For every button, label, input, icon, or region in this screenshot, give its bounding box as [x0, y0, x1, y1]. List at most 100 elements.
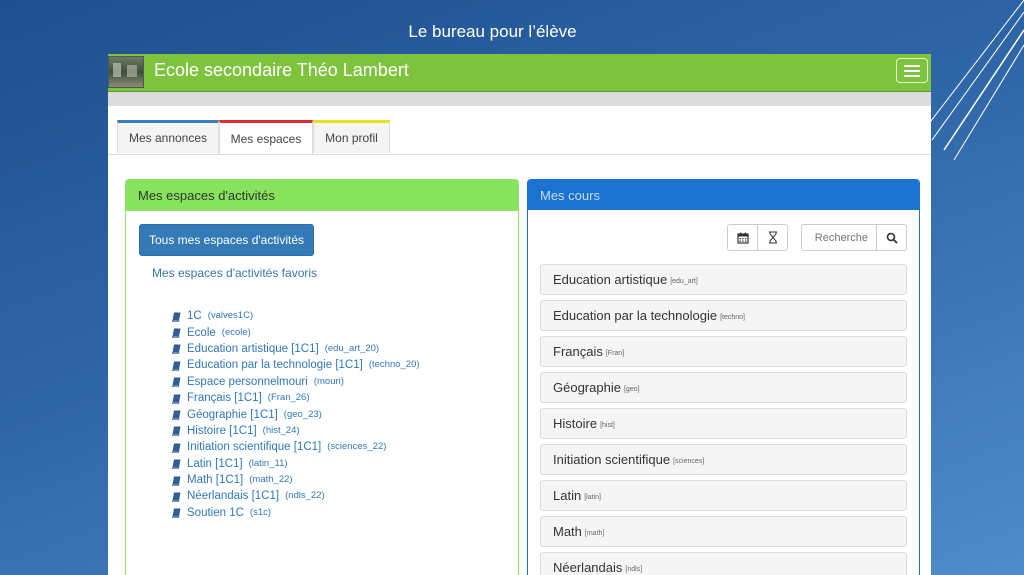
space-code: (s1c): [249, 506, 272, 518]
book-icon: [172, 312, 181, 322]
space-code: (latin_11): [248, 457, 288, 469]
menu-toggle-button[interactable]: [896, 58, 928, 83]
book-icon: [172, 459, 181, 470]
course-name: Géographie: [553, 380, 621, 395]
space-code: (mouri): [313, 375, 344, 387]
tab-mon-profil[interactable]: Mon profil: [313, 120, 390, 153]
slide-title: Le bureau pour l’élève: [408, 22, 577, 41]
space-item[interactable]: Education par la technologie [1C1] (techn…: [172, 357, 420, 373]
all-spaces-button[interactable]: Tous mes espaces d'activités: [139, 224, 314, 256]
book-icon: [172, 344, 181, 355]
space-name[interactable]: Education par la technologie [1C1]: [187, 357, 363, 373]
space-code: (geo_23): [283, 408, 322, 420]
course-name: Math: [553, 524, 582, 539]
school-logo[interactable]: [108, 56, 144, 88]
space-name[interactable]: Français [1C1]: [187, 390, 262, 406]
course-item[interactable]: Initiation scientifique [sciences]: [540, 444, 907, 475]
course-code: [edu_art]: [670, 278, 698, 285]
course-item[interactable]: Histoire [hist]: [540, 408, 907, 439]
navbar: Ecole secondaire Théo Lambert: [108, 54, 931, 92]
search-icon: [886, 232, 898, 244]
calendar-icon: [736, 232, 749, 244]
course-item[interactable]: Math [math]: [540, 516, 907, 547]
course-name: Education par la technologie: [553, 308, 718, 323]
space-code: (math_22): [249, 474, 293, 486]
course-item[interactable]: Français [Fran]: [540, 336, 907, 367]
courses-panel: Mes cours Recherche Education artistique…: [527, 179, 920, 575]
courses-title: Mes cours: [528, 180, 919, 210]
calendar-sort-button[interactable]: [727, 224, 758, 251]
course-code: [geo]: [623, 386, 640, 393]
tab-mes-annonces[interactable]: Mes annonces: [117, 120, 219, 153]
tab-bar: Mes annonces Mes espaces Mon profil: [108, 120, 931, 155]
space-item[interactable]: Soutien 1C (s1c): [172, 505, 420, 521]
school-name[interactable]: Ecole secondaire Théo Lambert: [154, 60, 409, 81]
course-item[interactable]: Latin [latin]: [540, 480, 907, 511]
activity-spaces-title: Mes espaces d'activités: [126, 180, 518, 211]
search-button[interactable]: [876, 224, 907, 251]
space-list: 1C (valves1C) Ecole (ecole) Education artist…: [172, 308, 420, 521]
space-item[interactable]: 1C (valves1C): [172, 308, 420, 324]
space-item[interactable]: Ecole (ecole): [172, 324, 420, 340]
space-item[interactable]: Initiation scientifique [1C1] (sciences_2…: [172, 439, 420, 455]
recent-sort-button[interactable]: [757, 224, 788, 251]
course-code: [techno]: [720, 314, 745, 321]
space-item[interactable]: Géographie [1C1] (geo_23): [172, 406, 420, 422]
space-name[interactable]: Histoire [1C1]: [187, 423, 257, 439]
book-icon: [172, 394, 181, 404]
book-icon: [172, 328, 181, 338]
course-code: [ndls]: [625, 566, 643, 573]
decorative-lines: [924, 0, 1024, 160]
course-item[interactable]: Géographie [geo]: [540, 372, 907, 403]
course-code: [math]: [584, 530, 605, 537]
course-name: Education artistique: [553, 272, 668, 287]
space-item[interactable]: Espace personnelmouri (mouri): [172, 374, 420, 390]
space-item[interactable]: Latin [1C1] (latin_11): [172, 456, 420, 472]
space-item[interactable]: Math [1C1] (math_22): [172, 472, 420, 488]
space-code: (techno_20): [368, 359, 420, 371]
space-item[interactable]: Néerlandais [1C1] (ndls_22): [172, 488, 420, 504]
space-code: (Fran_26): [267, 392, 310, 404]
course-code: [hist]: [600, 422, 615, 429]
space-code: (valves1C): [207, 310, 254, 322]
course-code: [sciences]: [673, 458, 705, 465]
space-item[interactable]: Français [1C1] (Fran_26): [172, 390, 420, 406]
space-item[interactable]: Histoire [1C1] (hist_24): [172, 423, 420, 439]
course-item[interactable]: Education artistique [edu_art]: [540, 264, 907, 295]
book-icon: [172, 492, 181, 502]
space-code: (hist_24): [262, 424, 300, 436]
space-name[interactable]: Espace personnelmouri: [187, 374, 308, 390]
course-name: Histoire: [553, 416, 598, 431]
course-name: Latin: [553, 488, 582, 503]
book-icon: [172, 426, 181, 437]
space-name[interactable]: Ecole: [187, 325, 216, 341]
space-code: (ecole): [221, 326, 251, 338]
book-icon: [172, 443, 181, 453]
course-code: [Fran]: [605, 350, 625, 357]
book-icon: [172, 377, 181, 388]
favorite-spaces-link[interactable]: Mes espaces d'activités favoris: [152, 266, 317, 280]
space-name[interactable]: Education artistique [1C1]: [187, 341, 319, 357]
course-code: [latin]: [584, 494, 601, 501]
menu-icon: [904, 64, 920, 67]
course-name: Initiation scientifique: [553, 452, 671, 467]
course-item[interactable]: Education par la technologie [techno]: [540, 300, 907, 331]
course-name: Français: [553, 344, 603, 359]
space-name[interactable]: 1C: [187, 308, 202, 324]
space-name[interactable]: Latin [1C1]: [187, 456, 243, 472]
tab-mes-espaces[interactable]: Mes espaces: [219, 120, 313, 154]
space-name[interactable]: Néerlandais [1C1]: [187, 488, 279, 504]
course-search-input[interactable]: [801, 224, 877, 251]
space-item[interactable]: Education artistique [1C1] (edu_art_20): [172, 341, 420, 357]
space-name[interactable]: Géographie [1C1]: [187, 407, 278, 423]
book-icon: [172, 508, 181, 519]
space-name[interactable]: Soutien 1C: [187, 505, 244, 521]
activity-spaces-panel: Mes espaces d'activités Tous mes espaces…: [125, 179, 519, 575]
app-window: Ecole secondaire Théo Lambert Mes annonc…: [108, 54, 931, 575]
course-item[interactable]: Néerlandais [ndls]: [540, 552, 907, 575]
space-name[interactable]: Initiation scientifique [1C1]: [187, 439, 321, 455]
space-name[interactable]: Math [1C1]: [187, 472, 243, 488]
gray-band: [108, 92, 931, 106]
hourglass-icon: [768, 231, 777, 244]
course-list: Education artistique [edu_art] Education p…: [540, 264, 907, 575]
